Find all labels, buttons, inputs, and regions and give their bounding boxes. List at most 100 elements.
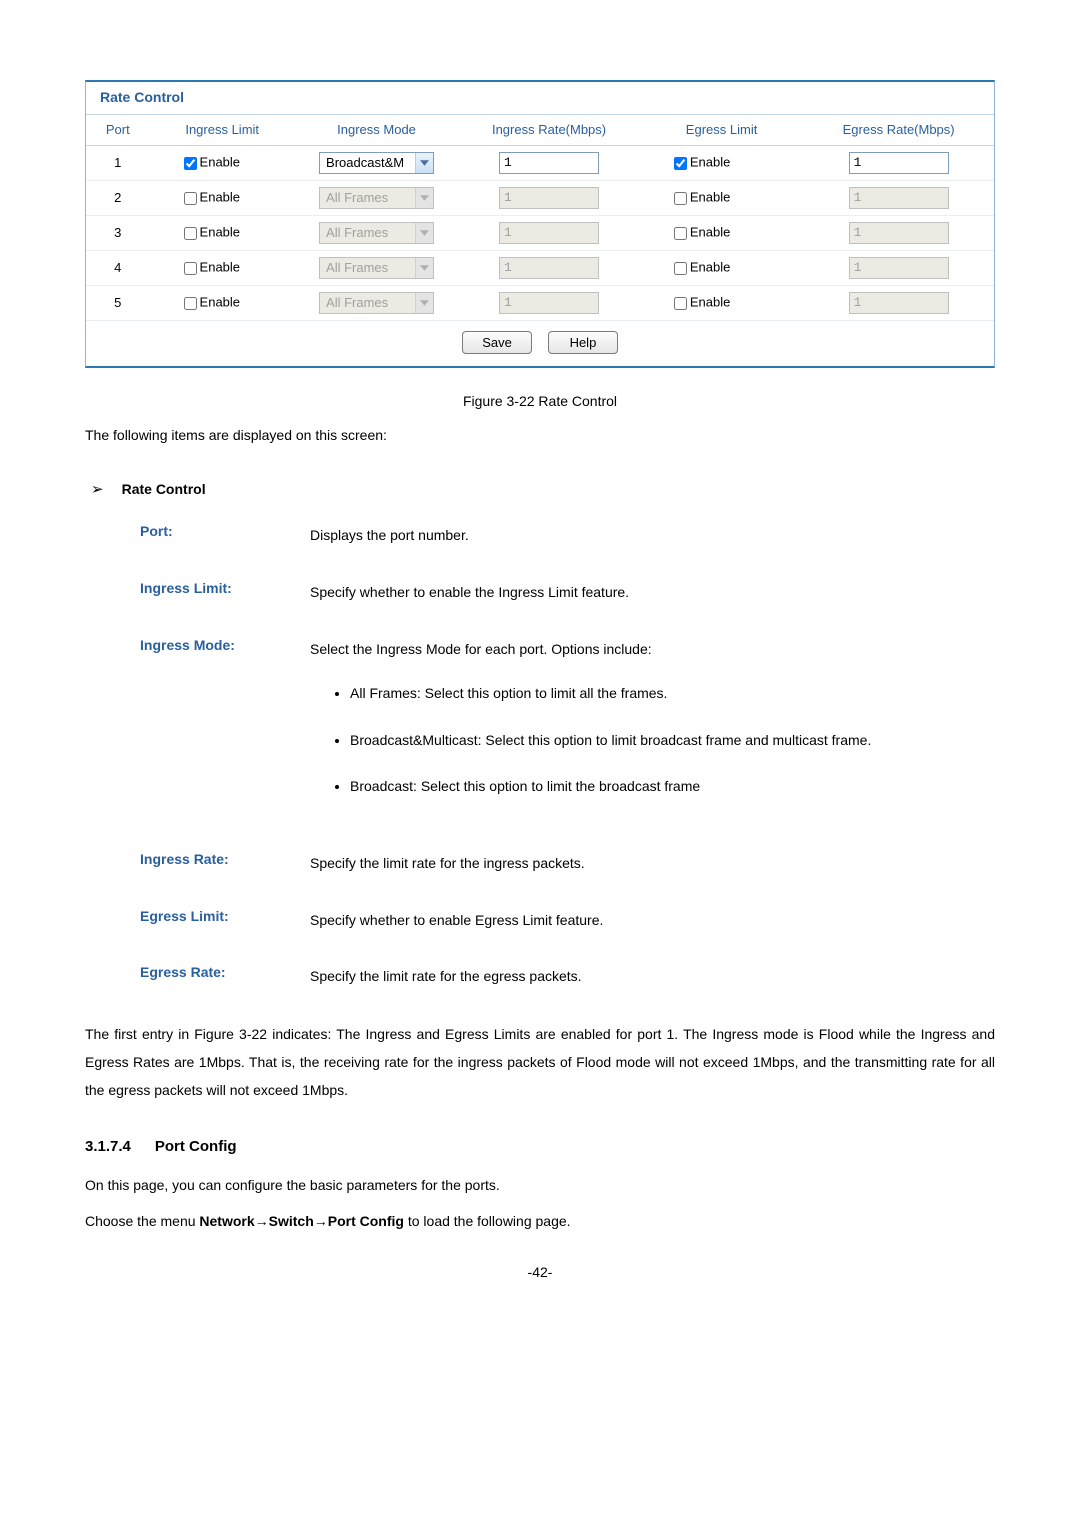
egress-rate-input [849,222,949,244]
def-desc: Specify the limit rate for the ingress p… [310,850,995,877]
cell-port: 2 [86,180,150,215]
cell-port: 5 [86,285,150,320]
save-button[interactable]: Save [462,331,532,354]
def-desc: Specify whether to enable the Ingress Li… [310,579,995,606]
egress-enable-checkbox[interactable] [674,262,687,275]
menu-path-line: Choose the menu Network→Switch→Port Conf… [85,1207,995,1235]
ingress-enable-label: Enable [200,155,240,170]
ingress-enable-label: Enable [200,260,240,275]
cell-ingress-limit: Enable [150,250,295,285]
egress-rate-input [849,292,949,314]
egress-enable-checkbox[interactable] [674,192,687,205]
panel-title: Rate Control [86,82,994,115]
cell-ingress-mode: All Frames [295,180,458,215]
cell-ingress-limit: Enable [150,145,295,180]
bullet-item: All Frames: Select this option to limit … [350,680,995,707]
summary-paragraph: The first entry in Figure 3-22 indicates… [85,1020,995,1104]
help-button[interactable]: Help [548,331,618,354]
cell-egress-rate [803,250,994,285]
triangle-icon: ➢ [91,479,104,500]
def-bullet-list: All Frames: Select this option to limit … [310,680,995,800]
table-row: 1 Enable Broadcast&M Enable [86,145,994,180]
ingress-enable-checkbox[interactable] [184,262,197,275]
def-desc: Specify whether to enable Egress Limit f… [310,907,995,934]
egress-rate-input [849,257,949,279]
col-ingress-rate: Ingress Rate(Mbps) [458,115,640,146]
nav-suffix: to load the following page. [404,1213,571,1229]
def-desc: Displays the port number. [310,522,995,549]
col-ingress-limit: Ingress Limit [150,115,295,146]
cell-ingress-rate [458,145,640,180]
def-term: Egress Limit: [140,907,310,927]
def-term: Egress Rate: [140,963,310,983]
egress-enable-checkbox[interactable] [674,297,687,310]
nav-prefix: Choose the menu [85,1213,199,1229]
chevron-down-icon [415,223,433,243]
port-config-intro: On this page, you can configure the basi… [85,1171,995,1199]
cell-egress-limit: Enable [640,180,803,215]
col-ingress-mode: Ingress Mode [295,115,458,146]
ingress-mode-select: All Frames [319,257,434,279]
table-row: 2EnableAll FramesEnable [86,180,994,215]
ingress-enable-checkbox[interactable] [184,297,197,310]
def-desc: Specify the limit rate for the egress pa… [310,963,995,990]
egress-enable-checkbox[interactable] [674,157,687,170]
def-term: Port: [140,522,310,542]
cell-ingress-rate [458,180,640,215]
egress-enable-label: Enable [690,155,730,170]
table-row: 4EnableAll FramesEnable [86,250,994,285]
cell-egress-rate [803,215,994,250]
cell-ingress-limit: Enable [150,215,295,250]
figure-caption: Figure 3-22 Rate Control [85,392,995,412]
def-term: Ingress Mode: [140,636,310,656]
cell-egress-limit: Enable [640,250,803,285]
ingress-rate-input [499,222,599,244]
nav-path: Network→Switch→Port Config [199,1213,404,1229]
bullet-item: Broadcast: Select this option to limit t… [350,773,995,800]
ingress-mode-value: All Frames [320,223,415,243]
table-row: 5 Enable All Frames Enable [86,285,994,320]
chevron-down-icon [415,293,433,313]
cell-egress-limit: Enable [640,215,803,250]
egress-rate-input[interactable] [849,152,949,174]
def-desc-text: Select the Ingress Mode for each port. O… [310,641,652,657]
cell-ingress-mode: All Frames [295,215,458,250]
ingress-rate-input[interactable] [499,152,599,174]
intro-text: The following items are displayed on thi… [85,421,995,449]
def-term: Ingress Limit: [140,579,310,599]
ingress-enable-label: Enable [200,295,240,310]
ingress-mode-select: All Frames [319,222,434,244]
ingress-rate-input [499,187,599,209]
definition-list: Port: Displays the port number. Ingress … [140,522,995,989]
cell-egress-rate [803,180,994,215]
ingress-enable-checkbox[interactable] [184,157,197,170]
cell-ingress-mode: All Frames [295,285,458,320]
def-ingress-rate: Ingress Rate: Specify the limit rate for… [140,850,995,877]
ingress-enable-checkbox[interactable] [184,227,197,240]
col-port: Port [86,115,150,146]
col-egress-limit: Egress Limit [640,115,803,146]
egress-enable-label: Enable [690,225,730,240]
col-egress-rate: Egress Rate(Mbps) [803,115,994,146]
cell-ingress-rate [458,215,640,250]
cell-egress-limit: Enable [640,285,803,320]
def-ingress-mode: Ingress Mode: Select the Ingress Mode fo… [140,636,995,820]
button-row: Save Help [86,321,994,366]
cell-ingress-rate [458,250,640,285]
cell-ingress-limit: Enable [150,180,295,215]
ingress-enable-checkbox[interactable] [184,192,197,205]
def-egress-limit: Egress Limit: Specify whether to enable … [140,907,995,934]
cell-ingress-rate [458,285,640,320]
cell-port: 1 [86,145,150,180]
cell-ingress-mode: Broadcast&M [295,145,458,180]
bullet-item: Broadcast&Multicast: Select this option … [350,727,995,754]
egress-enable-label: Enable [690,260,730,275]
def-port: Port: Displays the port number. [140,522,995,549]
heading-title: Port Config [155,1138,237,1155]
ingress-mode-select[interactable]: Broadcast&M [319,152,434,174]
cell-ingress-limit: Enable [150,285,295,320]
cell-egress-limit: Enable [640,145,803,180]
ingress-rate-input [499,257,599,279]
cell-egress-rate [803,145,994,180]
egress-enable-checkbox[interactable] [674,227,687,240]
